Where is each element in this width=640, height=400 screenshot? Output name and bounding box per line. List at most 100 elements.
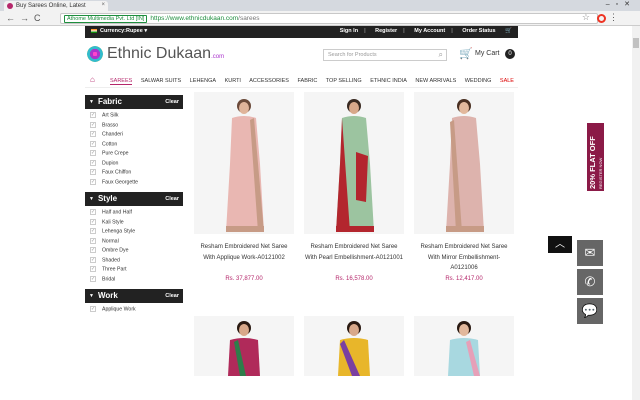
style-clear-button[interactable]: Clear bbox=[165, 196, 179, 202]
filter-option[interactable]: ✓ Pure Crepe bbox=[90, 150, 183, 160]
product-image[interactable] bbox=[194, 316, 294, 376]
filter-option[interactable]: ✓ Normal bbox=[90, 237, 183, 248]
bookmark-star-icon[interactable]: ☆ bbox=[582, 12, 590, 23]
filter-option[interactable]: ✓ Bridal bbox=[90, 275, 183, 286]
nav-item-new-arrivals[interactable]: NEW ARRIVALS bbox=[415, 78, 456, 84]
search-icon[interactable]: ⌕ bbox=[439, 50, 443, 60]
logo-icon[interactable] bbox=[87, 46, 103, 62]
site-logo[interactable]: Ethnic Dukaan.com bbox=[107, 45, 224, 63]
nav-item-ethnic-india[interactable]: ETHNIC INDIA bbox=[370, 78, 407, 84]
tab-close-icon[interactable]: × bbox=[101, 2, 105, 8]
nav-item-sarees[interactable]: SAREES bbox=[110, 78, 133, 85]
filter-option[interactable]: ✓ Faux Georgette bbox=[90, 178, 183, 189]
nav-item-salwar-suits[interactable]: SALWAR SUITS bbox=[141, 78, 181, 84]
security-badge[interactable]: Athome Multimedia Pvt. Ltd [IN] bbox=[64, 15, 148, 23]
sign-in-link[interactable]: Sign In bbox=[340, 28, 358, 34]
checkbox[interactable]: ✓ bbox=[90, 131, 96, 137]
checkbox[interactable]: ✓ bbox=[90, 112, 96, 118]
filter-option[interactable]: ✓ Lehenga Style bbox=[90, 228, 183, 238]
register-link[interactable]: Register bbox=[375, 28, 397, 34]
product-card[interactable] bbox=[299, 316, 409, 376]
reload-icon[interactable]: C bbox=[34, 13, 41, 23]
checkbox[interactable]: ✓ bbox=[90, 256, 96, 263]
checkbox[interactable]: ✓ bbox=[90, 306, 96, 312]
checkbox[interactable]: ✓ bbox=[90, 209, 96, 215]
cart-mini-icon[interactable]: 🛒 bbox=[505, 28, 512, 34]
filter-option[interactable]: ✓ Half and Half bbox=[90, 209, 183, 219]
style-filter-header[interactable]: ▼ Style Clear bbox=[85, 192, 183, 206]
back-to-top-button[interactable]: ︿ bbox=[548, 236, 572, 253]
filter-option[interactable]: ✓ Applique Work bbox=[90, 306, 183, 316]
checkbox[interactable]: ✓ bbox=[90, 178, 96, 185]
work-clear-button[interactable]: Clear bbox=[165, 293, 179, 299]
work-filter-header[interactable]: ▼ Work Clear bbox=[85, 289, 183, 303]
filter-option[interactable]: ✓ Kali Style bbox=[90, 218, 183, 229]
nav-item-lehenga[interactable]: LEHENGA bbox=[190, 78, 216, 84]
browser-tab[interactable]: Buy Sarees Online, Latest × bbox=[4, 1, 108, 11]
collapse-caret-icon[interactable]: ▼ bbox=[89, 196, 94, 202]
phone-icon[interactable]: ✆ bbox=[577, 269, 603, 295]
collapse-caret-icon[interactable]: ▼ bbox=[89, 99, 94, 105]
checkbox[interactable]: ✓ bbox=[90, 169, 96, 175]
checkbox[interactable]: ✓ bbox=[90, 275, 96, 282]
forward-icon[interactable]: → bbox=[20, 13, 29, 23]
filter-option[interactable]: ✓ Three Part bbox=[90, 266, 183, 276]
opera-icon[interactable] bbox=[597, 14, 606, 23]
nav-item-top-selling[interactable]: TOP SELLING bbox=[326, 78, 362, 84]
filter-option[interactable]: ✓ Dupion bbox=[90, 159, 183, 170]
register-offer-tab[interactable]: 20% FLAT OFF REGISTER NOW bbox=[587, 123, 604, 191]
back-icon[interactable]: ← bbox=[6, 13, 15, 23]
checkbox[interactable]: ✓ bbox=[90, 266, 96, 272]
filter-option[interactable]: ✓ Chanderi bbox=[90, 131, 183, 141]
home-icon[interactable]: ⌂ bbox=[90, 75, 95, 84]
nav-item-accessories[interactable]: ACCESSORIES bbox=[249, 78, 289, 84]
browser-menu-icon[interactable]: ⋮ bbox=[609, 12, 618, 23]
filter-option[interactable]: ✓ Art Silk bbox=[90, 112, 183, 122]
checkbox[interactable]: ✓ bbox=[90, 228, 96, 234]
collapse-caret-icon[interactable]: ▼ bbox=[89, 293, 94, 299]
product-image[interactable] bbox=[194, 92, 294, 234]
url-input[interactable]: Athome Multimedia Pvt. Ltd [IN] https://w… bbox=[60, 13, 598, 24]
product-image[interactable] bbox=[414, 92, 514, 234]
order-status-link[interactable]: Order Status bbox=[462, 28, 495, 34]
cart-icon[interactable]: 🛒 bbox=[459, 47, 473, 60]
checkbox[interactable]: ✓ bbox=[90, 140, 96, 147]
search-input[interactable]: Search for Products ⌕ bbox=[323, 49, 447, 61]
checkbox[interactable]: ✓ bbox=[90, 218, 96, 225]
fabric-clear-button[interactable]: Clear bbox=[165, 99, 179, 105]
scrollbar-thumb[interactable] bbox=[633, 38, 639, 48]
fabric-filter-header[interactable]: ▼ Fabric Clear bbox=[85, 95, 183, 109]
filter-option[interactable]: ✓ Cotton bbox=[90, 140, 183, 151]
product-card[interactable]: Resham Embroidered Net Saree With Mirror… bbox=[409, 92, 519, 292]
mail-icon[interactable]: ✉ bbox=[577, 240, 603, 266]
product-name[interactable]: Resham Embroidered Net Saree With Appliq… bbox=[189, 242, 299, 263]
product-card[interactable]: Resham Embroidered Net Saree With Appliq… bbox=[189, 92, 299, 292]
filter-option[interactable]: ✓ Ombre Dye bbox=[90, 247, 183, 257]
checkbox[interactable]: ✓ bbox=[90, 237, 96, 244]
chat-icon[interactable]: 💬 bbox=[577, 298, 603, 324]
cart-label[interactable]: My Cart bbox=[475, 50, 500, 57]
nav-item-kurti[interactable]: KURTI bbox=[225, 78, 241, 84]
checkbox[interactable]: ✓ bbox=[90, 150, 96, 156]
my-account-link[interactable]: My Account bbox=[414, 28, 445, 34]
nav-item-sale[interactable]: SALE bbox=[500, 78, 514, 84]
nav-item-fabric[interactable]: FABRIC bbox=[297, 78, 317, 84]
checkbox[interactable]: ✓ bbox=[90, 121, 96, 128]
product-card[interactable] bbox=[189, 316, 299, 376]
filter-option[interactable]: ✓ Faux Chiffon bbox=[90, 169, 183, 179]
product-name[interactable]: Resham Embroidered Net Saree With Mirror… bbox=[409, 242, 519, 274]
product-image[interactable] bbox=[414, 316, 514, 376]
currency-selector[interactable]: Currency:Rupee ▾ bbox=[91, 28, 147, 34]
product-card[interactable]: Resham Embroidered Net Saree With Pearl … bbox=[299, 92, 409, 292]
filter-option[interactable]: ✓ Shaded bbox=[90, 256, 183, 267]
page-scrollbar[interactable] bbox=[632, 26, 640, 400]
window-controls[interactable]: –▫✕ bbox=[606, 0, 636, 8]
product-image[interactable] bbox=[304, 92, 404, 234]
product-card[interactable] bbox=[409, 316, 519, 376]
product-image[interactable] bbox=[304, 316, 404, 376]
nav-item-wedding[interactable]: WEDDING bbox=[465, 78, 492, 84]
product-name[interactable]: Resham Embroidered Net Saree With Pearl … bbox=[299, 242, 409, 263]
filter-option[interactable]: ✓ Brasso bbox=[90, 121, 183, 132]
checkbox[interactable]: ✓ bbox=[90, 247, 96, 253]
checkbox[interactable]: ✓ bbox=[90, 159, 96, 166]
